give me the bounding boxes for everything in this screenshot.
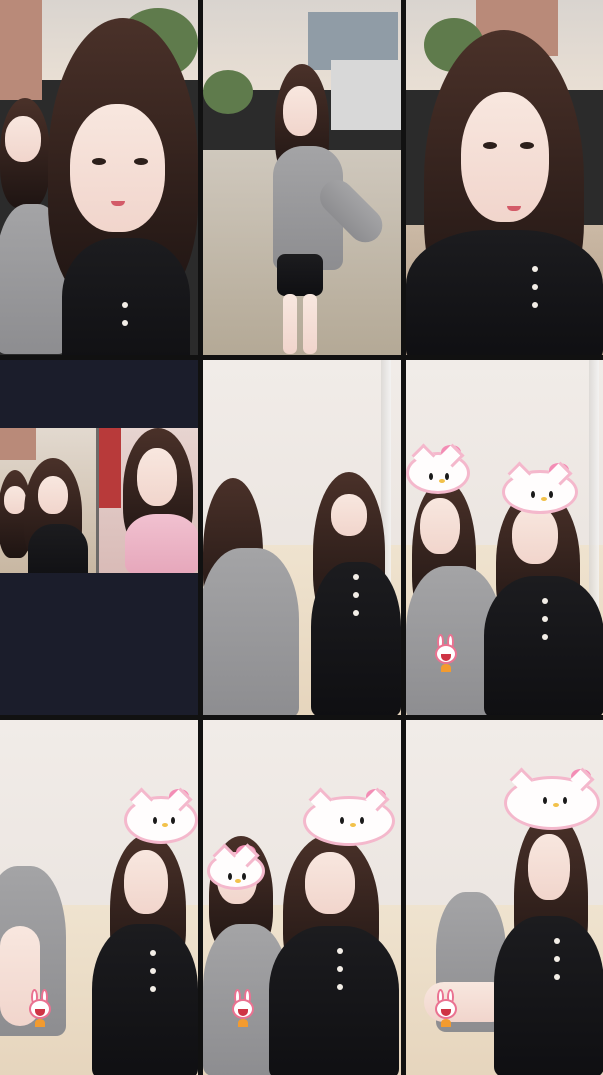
video-tile-9[interactable] [406,720,603,1075]
rabbit-sticker-icon [433,634,459,672]
brick-building [0,0,42,100]
rabbit-sticker-icon [433,989,459,1027]
hello-kitty-sticker-icon [504,769,600,830]
pip-person [109,428,198,573]
video-tile-7[interactable] [0,720,198,1075]
video-tile-4[interactable] [0,360,198,715]
person-right [48,18,198,355]
bush [203,70,253,114]
video-tile-6[interactable] [406,360,603,715]
person-right [92,834,198,1075]
person-right [484,488,603,715]
video-tile-8[interactable] [203,720,401,1075]
video-grid [0,0,603,1075]
rabbit-sticker-icon [27,989,53,1027]
video-grid-screen [0,0,603,1075]
person-closeup [406,30,603,355]
person-right [494,812,603,1075]
hello-kitty-sticker-icon [207,845,265,890]
hello-kitty-sticker-icon [303,789,395,846]
person-left [203,478,299,715]
rabbit-sticker-icon [230,989,256,1027]
person-standing [267,64,397,354]
pip-people [0,446,96,573]
video-tile-1[interactable] [0,0,198,355]
picture-in-picture[interactable] [0,428,198,573]
pip-left-video [0,428,96,573]
hello-kitty-sticker-icon [124,789,198,844]
person-left-partial [0,866,66,1075]
video-tile-3[interactable] [406,0,603,355]
video-tile-2[interactable] [203,0,401,355]
video-tile-5[interactable] [203,360,401,715]
person-right [307,472,401,715]
person-right [269,834,399,1075]
pip-right-video [99,428,198,573]
hello-kitty-sticker-icon [502,463,578,514]
hello-kitty-sticker-icon [406,445,470,494]
